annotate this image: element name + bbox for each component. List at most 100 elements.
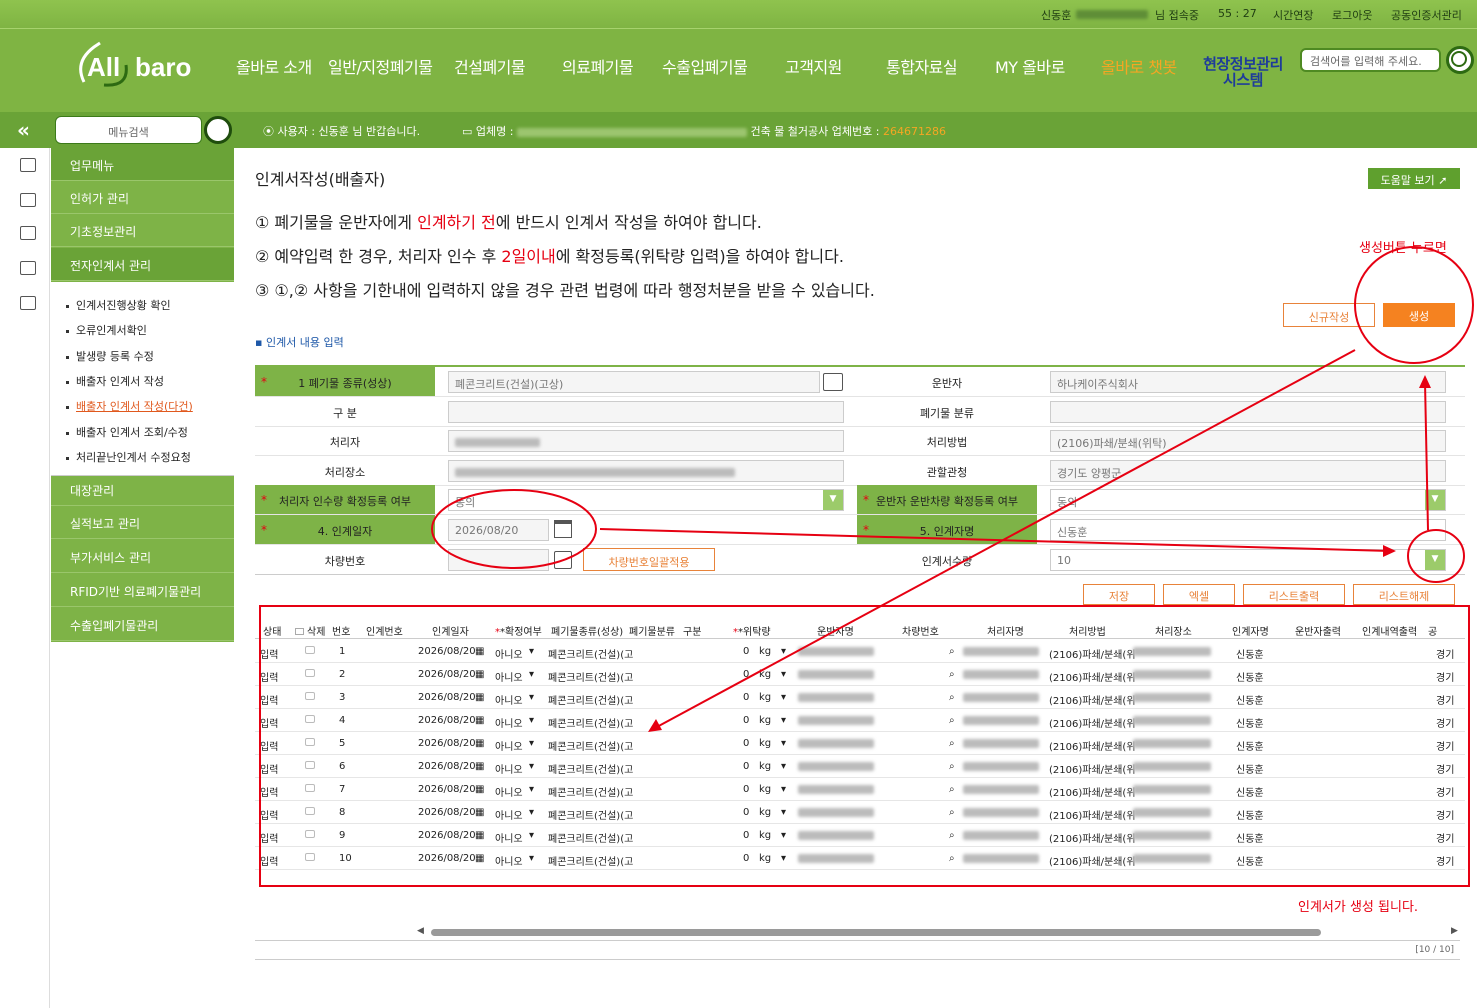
- chevron-down-icon[interactable]: ▾: [781, 761, 786, 772]
- calendar-icon[interactable]: ▦: [475, 807, 484, 818]
- nav-data-room[interactable]: 통합자료실: [886, 54, 958, 78]
- waste-type-search-icon[interactable]: [823, 373, 843, 391]
- excel-button[interactable]: 엑셀: [1163, 584, 1235, 605]
- allbaro-logo[interactable]: All baro: [74, 37, 204, 93]
- chevron-down-icon[interactable]: ▾: [529, 692, 534, 703]
- row-confirm[interactable]: 아니오: [495, 738, 523, 753]
- sidebar-item-ledger[interactable]: 대장관리: [51, 473, 234, 506]
- chevron-down-icon[interactable]: ▼: [1425, 550, 1445, 570]
- row-quantity[interactable]: 0: [743, 738, 749, 749]
- folder-icon[interactable]: [20, 261, 36, 275]
- new-write-button[interactable]: 신규작성: [1283, 303, 1375, 327]
- calendar-icon[interactable]: ▦: [475, 830, 484, 841]
- row-quantity[interactable]: 0: [743, 853, 749, 864]
- chevron-down-icon[interactable]: ▾: [529, 853, 534, 864]
- monitor-icon[interactable]: [20, 193, 36, 207]
- calendar-icon[interactable]: ▦: [475, 761, 484, 772]
- category-field[interactable]: [448, 401, 844, 423]
- sidebar-item-report[interactable]: 실적보고 관리: [51, 506, 234, 539]
- row-checkbox[interactable]: [305, 830, 315, 841]
- handler-field[interactable]: 신동훈: [1050, 519, 1446, 541]
- sidebar-item-import-export[interactable]: 수출입폐기물관리: [51, 608, 234, 641]
- carrier-field[interactable]: 하나케이주식회사: [1050, 371, 1446, 393]
- screen-icon[interactable]: [20, 296, 36, 310]
- list-print-button[interactable]: 리스트출력: [1243, 584, 1345, 605]
- row-confirm[interactable]: 아니오: [495, 784, 523, 799]
- global-search-input[interactable]: 검색어를 입력해 주세요.: [1300, 48, 1441, 72]
- row-checkbox[interactable]: [305, 784, 315, 795]
- processor-field[interactable]: [448, 430, 844, 452]
- sidebar-item-permit[interactable]: 인허가 관리: [51, 181, 234, 214]
- chevron-down-icon[interactable]: ▾: [781, 807, 786, 818]
- table-row[interactable]: 입력 8 2026/08/20 아니오 폐콘크리트(건설)(고 0 kg (2106)파쇄/분…: [255, 801, 1465, 824]
- global-search-button[interactable]: [1446, 46, 1474, 74]
- row-confirm[interactable]: 아니오: [495, 830, 523, 845]
- chevron-down-icon[interactable]: ▾: [529, 738, 534, 749]
- help-button[interactable]: 도움말 보기 ➚: [1368, 168, 1460, 189]
- waste-type-field[interactable]: 폐콘크리트(건설)(고상): [448, 371, 820, 393]
- row-quantity[interactable]: 0: [743, 669, 749, 680]
- sidebar-item-rfid[interactable]: RFID기반 의료폐기물관리: [51, 574, 234, 607]
- table-row[interactable]: 입력 4 2026/08/20 아니오 폐콘크리트(건설)(고 0 kg (2106)파쇄/분…: [255, 709, 1465, 732]
- chevron-down-icon[interactable]: ▾: [781, 830, 786, 841]
- chevron-down-icon[interactable]: ▾: [781, 669, 786, 680]
- table-row[interactable]: 입력 2 2026/08/20 아니오 폐콘크리트(건설)(고 0 kg (2106)파쇄/분…: [255, 663, 1465, 686]
- chevron-down-icon[interactable]: ▾: [529, 761, 534, 772]
- col-delete[interactable]: 삭제: [295, 623, 325, 638]
- vehicle-apply-all-button[interactable]: 차량번호일괄적용: [583, 548, 715, 571]
- sidebar-sub-volume-edit[interactable]: 발생량 등록 수정: [66, 348, 154, 364]
- search-icon[interactable]: ⌕: [949, 646, 955, 657]
- search-icon[interactable]: ⌕: [949, 715, 955, 726]
- agency-field[interactable]: 경기도 양평군: [1050, 460, 1446, 482]
- search-icon[interactable]: ⌕: [949, 807, 955, 818]
- logout-link[interactable]: 로그아웃: [1332, 7, 1372, 23]
- calendar-icon[interactable]: ▦: [475, 853, 484, 864]
- chevron-down-icon[interactable]: ▾: [781, 853, 786, 864]
- horizontal-scrollbar[interactable]: ◀ ▶: [415, 926, 1465, 940]
- table-row[interactable]: 입력 1 2026/08/20 아니오 폐콘크리트(건설)(고 0 kg (2106)파쇄/분…: [255, 640, 1465, 663]
- chevron-down-icon[interactable]: ▾: [529, 669, 534, 680]
- sidebar-sub-write-multi[interactable]: 배출자 인계서 작성(다건): [66, 398, 193, 414]
- search-icon[interactable]: ⌕: [949, 692, 955, 703]
- count-select[interactable]: 10: [1050, 549, 1446, 571]
- table-row[interactable]: 입력 6 2026/08/20 아니오 폐콘크리트(건설)(고 0 kg (2106)파쇄/분…: [255, 755, 1465, 778]
- row-confirm[interactable]: 아니오: [495, 853, 523, 868]
- row-quantity[interactable]: 0: [743, 784, 749, 795]
- table-row[interactable]: 입력 5 2026/08/20 아니오 폐콘크리트(건설)(고 0 kg (2106)파쇄/분…: [255, 732, 1465, 755]
- sidebar-sub-modify-request[interactable]: 처리끝난인계서 수정요청: [66, 449, 191, 465]
- chevron-down-icon[interactable]: ▾: [781, 784, 786, 795]
- chevron-down-icon[interactable]: ▾: [781, 715, 786, 726]
- row-confirm[interactable]: 아니오: [495, 807, 523, 822]
- vehicle-search-icon[interactable]: [554, 551, 572, 569]
- chevron-down-icon[interactable]: ▾: [781, 646, 786, 657]
- row-quantity[interactable]: 0: [743, 692, 749, 703]
- table-row[interactable]: 입력 9 2026/08/20 아니오 폐콘크리트(건설)(고 0 kg (2106)파쇄/분…: [255, 824, 1465, 847]
- search-icon[interactable]: ⌕: [949, 669, 955, 680]
- search-icon[interactable]: ⌕: [949, 784, 955, 795]
- nav-general-waste[interactable]: 일반/지정폐기물: [328, 54, 433, 78]
- scroll-right-icon[interactable]: ▶: [1451, 926, 1458, 936]
- row-quantity[interactable]: 0: [743, 715, 749, 726]
- calendar-icon[interactable]: ▦: [475, 738, 484, 749]
- row-confirm[interactable]: 아니오: [495, 646, 523, 661]
- chevron-down-icon[interactable]: ▾: [529, 715, 534, 726]
- row-confirm[interactable]: 아니오: [495, 669, 523, 684]
- row-quantity[interactable]: 0: [743, 646, 749, 657]
- create-button[interactable]: 생성: [1383, 303, 1455, 327]
- chevron-down-icon[interactable]: ▾: [529, 784, 534, 795]
- table-row[interactable]: 입력 10 2026/08/20 아니오 폐콘크리트(건설)(고 0 kg (2106)파쇄/…: [255, 847, 1465, 870]
- row-checkbox[interactable]: [305, 715, 315, 726]
- calendar-icon[interactable]: ▦: [475, 784, 484, 795]
- chevron-down-icon[interactable]: ▼: [1425, 490, 1445, 510]
- calendar-icon[interactable]: [554, 520, 572, 538]
- list-clear-button[interactable]: 리스트해제: [1353, 584, 1455, 605]
- search-icon[interactable]: ⌕: [949, 761, 955, 772]
- handover-date-field[interactable]: 2026/08/20: [448, 519, 549, 541]
- site-field[interactable]: [448, 460, 844, 482]
- row-quantity[interactable]: 0: [743, 830, 749, 841]
- nav-intro[interactable]: 올바로 소개: [236, 54, 312, 78]
- sidebar-item-work-menu[interactable]: 업무메뉴: [51, 148, 234, 181]
- save-button[interactable]: 저장: [1083, 584, 1155, 605]
- row-checkbox[interactable]: [305, 738, 315, 749]
- calendar-icon[interactable]: ▦: [475, 692, 484, 703]
